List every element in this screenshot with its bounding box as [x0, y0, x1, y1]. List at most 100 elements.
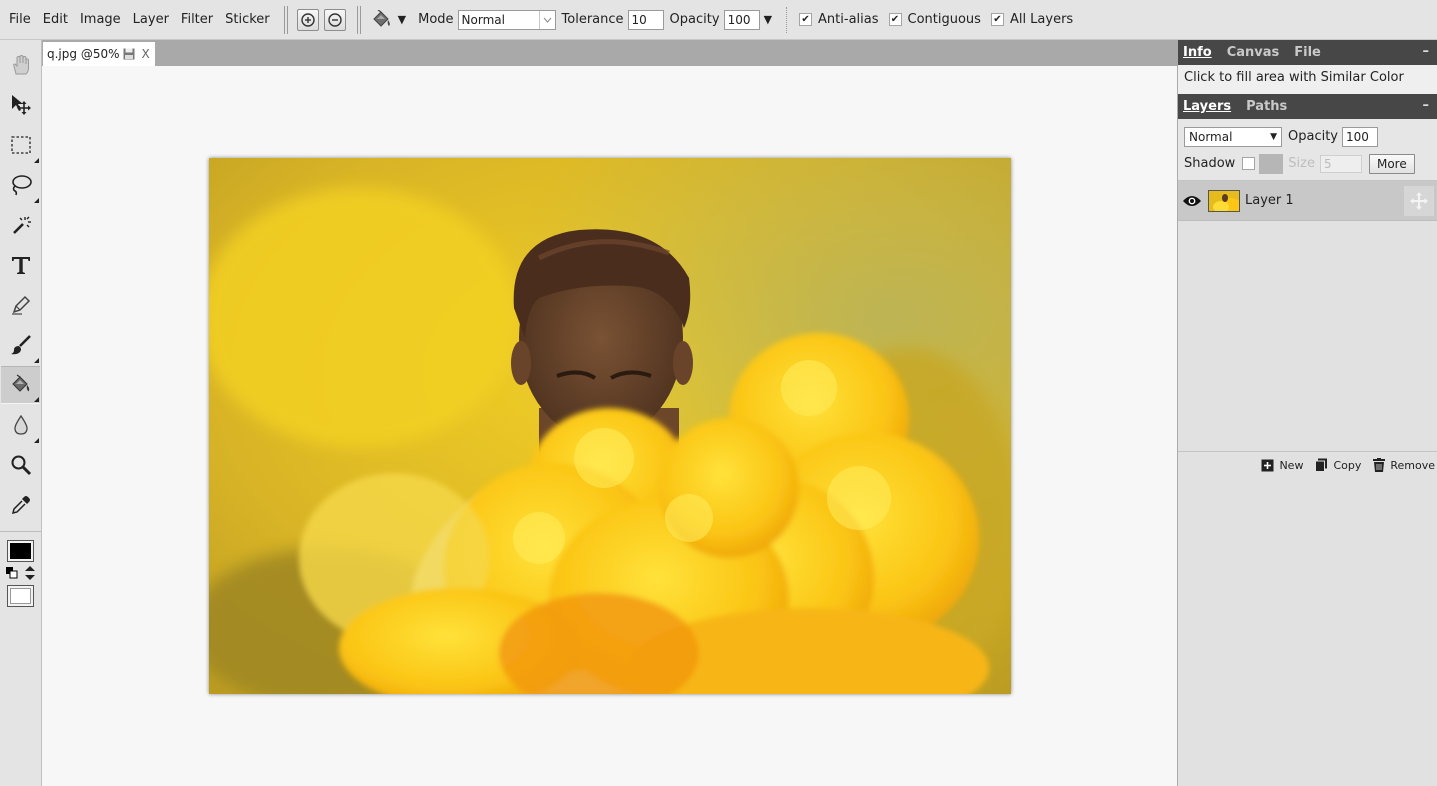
pen-tool[interactable] [1, 286, 40, 324]
layer-opacity-label: Opacity [1288, 129, 1339, 144]
menu-layer[interactable]: Layer [127, 12, 175, 27]
info-message: Click to fill area with Similar Color [1184, 70, 1404, 85]
layer-thumbnail [1208, 189, 1240, 212]
collapse-layers-button[interactable]: – [1423, 98, 1430, 113]
swap-colors-icon[interactable] [24, 566, 36, 580]
chevron-down-icon: ▼ [1270, 131, 1277, 142]
tab-layers[interactable]: Layers [1183, 99, 1231, 114]
zoom-icon [11, 455, 31, 476]
copy-layer-button[interactable]: Copy [1315, 458, 1361, 472]
move-tool[interactable] [1, 86, 40, 124]
layer-name: Layer 1 [1245, 193, 1294, 208]
toolbar-separator [786, 6, 788, 33]
lasso-icon [11, 175, 32, 196]
photo-yellow-smoke [209, 158, 1011, 694]
mode-select[interactable]: Normal [457, 9, 556, 30]
eyedropper-tool[interactable] [1, 486, 40, 524]
menu-image[interactable]: Image [74, 12, 127, 27]
menu-filter[interactable]: Filter [175, 12, 219, 27]
size-label: Size [1288, 156, 1315, 171]
shadow-checkbox[interactable] [1242, 157, 1256, 170]
layer-row[interactable]: Layer 1 [1178, 181, 1437, 221]
tab-canvas[interactable]: Canvas [1227, 45, 1280, 60]
zoom-out-icon [327, 12, 342, 27]
foreground-color-swatch[interactable] [7, 540, 34, 562]
contiguous-option[interactable]: ✔ Contiguous [888, 12, 981, 27]
pen-icon [11, 295, 30, 315]
blur-tool[interactable] [1, 406, 40, 444]
zoom-out-button[interactable] [323, 8, 346, 31]
brush-tool[interactable] [1, 326, 40, 364]
layer-drag-handle[interactable] [1404, 186, 1434, 216]
layer-opacity-value: 100 [1346, 129, 1369, 144]
document-title: q.jpg @50% [47, 47, 120, 61]
all-layers-label: All Layers [1009, 12, 1074, 27]
mode-value: Normal [461, 12, 505, 27]
layer-actions: New Copy Remove [1178, 452, 1437, 472]
opacity-label: Opacity [669, 12, 720, 27]
zoom-in-icon [300, 12, 315, 27]
menu-edit[interactable]: Edit [37, 12, 74, 27]
zoom-tool[interactable] [1, 446, 40, 484]
image-canvas[interactable] [209, 158, 1011, 694]
layer-opacity-input[interactable]: 100 [1342, 126, 1379, 147]
shadow-size-input[interactable]: 5 [1319, 154, 1362, 173]
anti-alias-label: Anti-alias [818, 12, 879, 27]
mode-label: Mode [418, 12, 454, 27]
move-arrows-icon [1410, 192, 1428, 210]
hand-tool[interactable] [1, 46, 40, 84]
opacity-input[interactable]: 100 [723, 9, 760, 30]
tolerance-value: 10 [631, 12, 647, 27]
more-button[interactable]: More [1368, 153, 1415, 174]
all-layers-checkbox[interactable]: ✔ [990, 13, 1004, 26]
tab-info[interactable]: Info [1183, 45, 1212, 60]
paint-bucket-icon [11, 374, 29, 392]
document-tab-bar: q.jpg @50% X [42, 40, 1177, 66]
save-icon[interactable] [123, 48, 135, 60]
fill-type-dropdown[interactable]: ▼ [370, 9, 406, 30]
anti-alias-option[interactable]: ✔ Anti-alias [799, 12, 879, 27]
tab-file[interactable]: File [1294, 45, 1321, 60]
submenu-indicator [34, 438, 39, 443]
paint-bucket-icon [372, 9, 390, 27]
lasso-tool[interactable] [1, 166, 40, 204]
opacity-value: 100 [727, 12, 751, 27]
tab-paths[interactable]: Paths [1246, 99, 1287, 114]
eye-icon[interactable] [1182, 194, 1202, 208]
trash-icon [1373, 458, 1386, 472]
opacity-dropdown-icon[interactable]: ▼ [764, 13, 772, 26]
chevron-down-icon [538, 10, 555, 29]
all-layers-option[interactable]: ✔ All Layers [990, 12, 1074, 27]
rect-select-tool[interactable] [1, 126, 40, 164]
tolerance-input[interactable]: 10 [627, 9, 664, 30]
background-color-swatch[interactable] [7, 585, 34, 607]
workspace[interactable] [42, 66, 1177, 786]
text-tool[interactable] [1, 246, 40, 284]
shadow-color-swatch[interactable] [1259, 153, 1284, 174]
right-panels: Info Canvas File – Click to fill area wi… [1177, 40, 1437, 786]
new-layer-button[interactable]: New [1261, 458, 1303, 472]
shadow-label: Shadow [1184, 156, 1236, 171]
paint-bucket-tool[interactable] [1, 366, 40, 404]
menu-file[interactable]: File [0, 12, 37, 27]
magic-wand-tool[interactable] [1, 206, 40, 244]
menu-sticker[interactable]: Sticker [219, 12, 276, 27]
shadow-size-value: 5 [1323, 156, 1332, 171]
document-tab[interactable]: q.jpg @50% X [43, 42, 155, 66]
blend-mode-select[interactable]: Normal ▼ [1184, 126, 1282, 147]
zoom-in-button[interactable] [296, 8, 319, 31]
layer-options: Normal ▼ Opacity 100 Shadow Size 5 More [1178, 119, 1437, 181]
toolbox-separator [0, 531, 41, 532]
hand-icon [12, 54, 29, 75]
new-layer-icon [1261, 459, 1274, 471]
collapse-info-button[interactable]: – [1423, 44, 1430, 59]
blend-mode-value: Normal [1189, 129, 1233, 144]
anti-alias-checkbox[interactable]: ✔ [799, 13, 813, 26]
toolbar-separator [356, 5, 361, 34]
close-tab-button[interactable]: X [142, 47, 150, 61]
options-bar: File Edit Image Layer Filter Sticker ▼ M… [0, 0, 1437, 40]
contiguous-checkbox[interactable]: ✔ [888, 13, 902, 26]
default-colors-icon[interactable] [6, 567, 18, 579]
remove-layer-button[interactable]: Remove [1373, 458, 1435, 472]
submenu-indicator [34, 397, 39, 402]
